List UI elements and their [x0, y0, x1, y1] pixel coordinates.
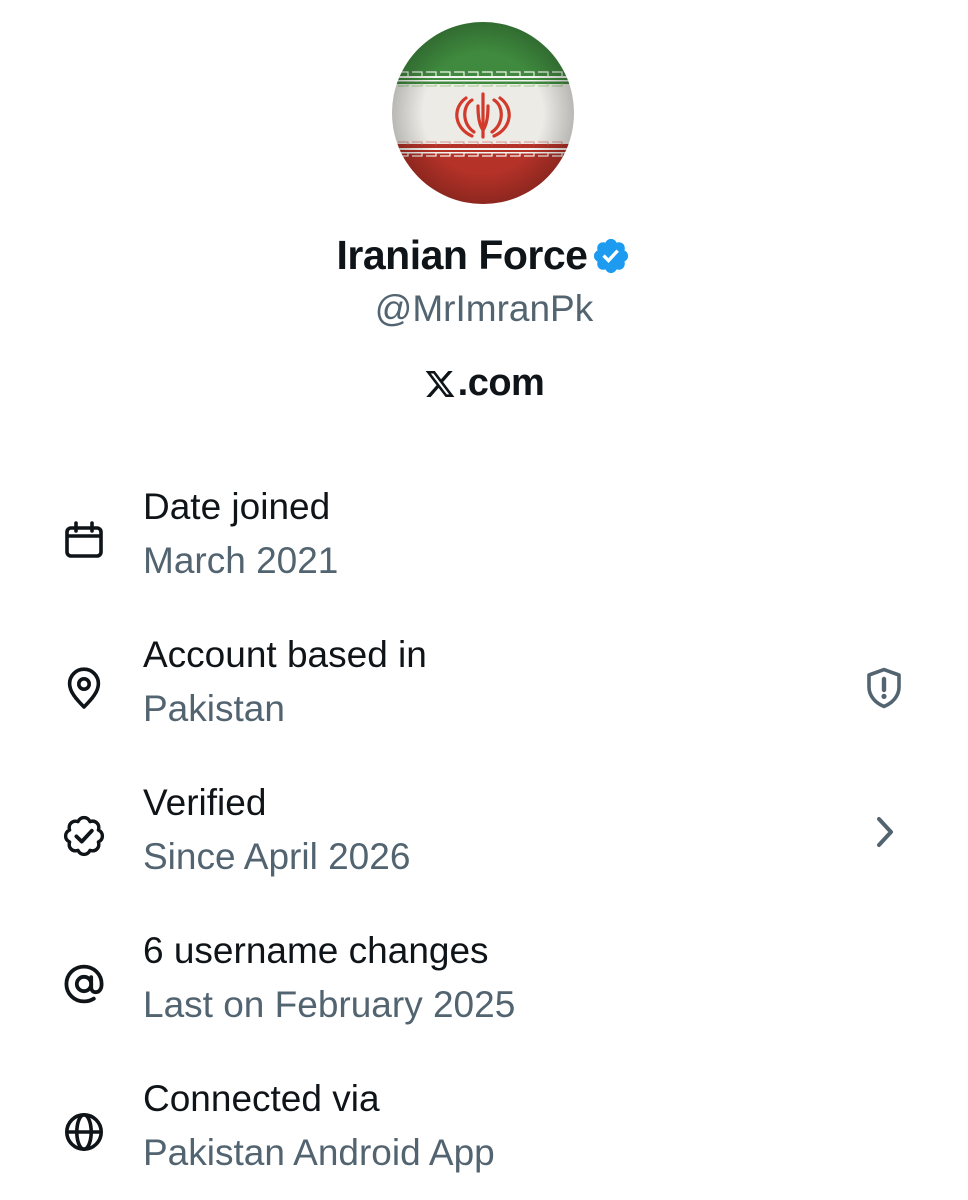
shield-alert-icon[interactable]	[860, 664, 908, 712]
row-subtitle: March 2021	[143, 540, 339, 581]
account-based-in-row: Account based in Pakistan	[0, 634, 968, 744]
connected-via-row: Connected via Pakistan Android App	[0, 1078, 968, 1188]
row-subtitle: Last on February 2025	[143, 984, 516, 1025]
website-text: .com	[457, 362, 545, 404]
iran-flag-avatar	[392, 22, 574, 204]
verified-badge-icon[interactable]	[591, 236, 631, 276]
date-joined-row: Date joined March 2021	[0, 486, 968, 596]
chevron-right-icon[interactable]	[860, 808, 908, 856]
row-subtitle: Since April 2026	[143, 836, 411, 877]
display-name-row: Iranian Force	[0, 232, 968, 279]
row-subtitle: Pakistan	[143, 688, 285, 729]
calendar-icon	[65, 521, 103, 558]
x-logo-icon	[425, 370, 455, 397]
username-changes-row: 6 username changes Last on February 2025	[0, 930, 968, 1040]
row-title: Account based in	[143, 634, 427, 675]
row-subtitle: Pakistan Android App	[143, 1132, 495, 1173]
profile-handle[interactable]: @MrImranPk	[0, 288, 968, 330]
verified-outline-icon	[63, 815, 105, 857]
display-name: Iranian Force	[336, 232, 588, 278]
globe-icon	[64, 1112, 104, 1152]
row-title: 6 username changes	[143, 930, 489, 971]
website-link[interactable]: .com	[0, 362, 968, 405]
row-title: Connected via	[143, 1078, 380, 1119]
verified-row[interactable]: Verified Since April 2026	[0, 782, 968, 892]
row-title: Date joined	[143, 486, 331, 527]
location-pin-icon	[67, 667, 101, 709]
profile-avatar[interactable]	[392, 22, 574, 204]
row-title: Verified	[143, 782, 267, 823]
at-sign-icon	[64, 964, 104, 1004]
